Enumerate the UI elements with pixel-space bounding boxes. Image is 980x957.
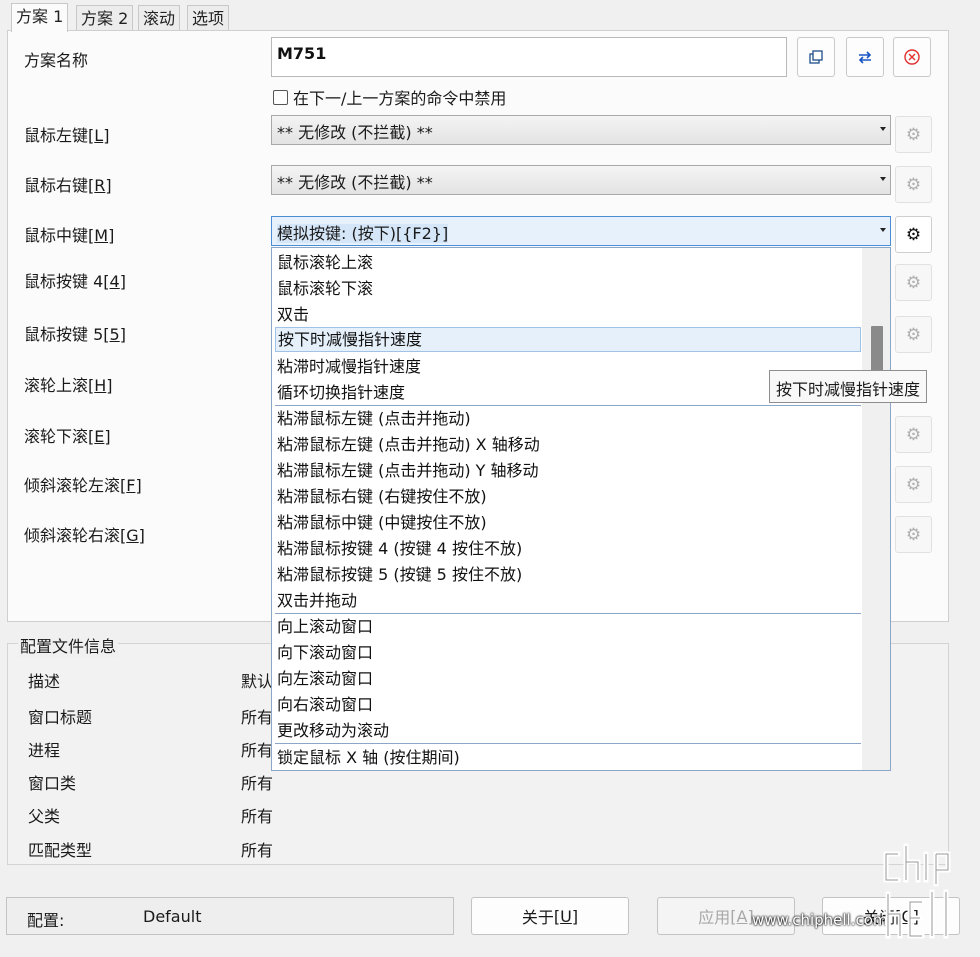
list-item[interactable]: 粘滞鼠标左键 (点击并拖动) Y 轴移动 [275,458,861,483]
about-button-label: 关于 [521,908,554,927]
middle-button-select[interactable]: 模拟按键: (按下)[{F2}] [271,216,891,246]
info-key-window-title: 窗口标题 [28,708,93,727]
list-item[interactable]: 粘滞鼠标右键 (右键按住不放) [275,484,861,509]
button4-settings[interactable]: ⚙ [895,264,932,301]
tilt-left-label: 倾斜滚轮左滚[F] [24,476,142,495]
gear-icon: ⚙ [905,224,922,245]
tab-options[interactable]: 选项 [187,5,230,31]
list-item[interactable]: 向上滚动窗口 [275,614,861,639]
info-value-process: 所有 [241,741,274,760]
gear-icon: ⚙ [905,474,922,495]
button4-label: 鼠标按键 4[4] [24,272,126,291]
list-item-highlighted[interactable]: 按下时减慢指针速度 [275,327,861,352]
list-item[interactable]: 双击 [275,302,861,327]
left-button-settings[interactable]: ⚙ [895,116,932,153]
list-item[interactable]: 向右滚动窗口 [275,692,861,717]
swap-button[interactable] [846,37,884,77]
tab-scheme-2[interactable]: 方案 2 [76,5,134,31]
info-key-parent-class: 父类 [28,807,61,826]
info-key-description: 描述 [28,672,61,691]
wheel-down-settings[interactable]: ⚙ [895,416,932,453]
list-item[interactable]: 向下滚动窗口 [275,640,861,665]
gear-icon: ⚙ [905,174,922,195]
info-value-match-type: 所有 [241,841,274,860]
wheel-up-label: 滚轮上滚[H] [24,376,113,395]
checkbox-box[interactable] [273,89,288,105]
chevron-down-icon [880,127,886,131]
tab-scheme-1[interactable]: 方案 1 [11,3,69,32]
swap-arrows-icon [858,51,872,64]
button5-settings[interactable]: ⚙ [895,316,932,353]
list-item[interactable]: 鼠标滚轮上滚 [275,250,861,275]
list-item[interactable]: 粘滞鼠标左键 (点击并拖动) [275,406,861,431]
right-button-settings[interactable]: ⚙ [895,166,932,203]
right-button-select-value: ** 无修改 (不拦截) ** [277,173,433,192]
chevron-down-icon [880,228,886,232]
about-button[interactable]: 关于[U] [471,897,629,935]
list-separator [275,743,861,744]
list-item[interactable]: 粘滞鼠标中键 (中键按住不放) [275,510,861,535]
tilt-right-settings[interactable]: ⚙ [895,516,932,553]
list-item[interactable]: 向左滚动窗口 [275,666,861,691]
left-button-label: 鼠标左键[L] [24,126,110,145]
disable-in-next-prev-checkbox[interactable]: 在下一/上一方案的命令中禁用 [273,86,506,108]
info-value-description: 默认 [241,672,274,691]
action-dropdown-list[interactable]: 鼠标滚轮上滚 鼠标滚轮下滚 双击 按下时减慢指针速度 粘滞时减慢指针速度 循环切… [271,247,891,771]
right-button-select[interactable]: ** 无修改 (不拦截) ** [271,165,891,195]
scheme-name-label: 方案名称 [24,51,89,70]
gear-icon: ⚙ [905,272,922,293]
list-item[interactable]: 双击并拖动 [275,588,861,613]
left-button-select-value: ** 无修改 (不拦截) ** [277,123,433,142]
info-key-match-type: 匹配类型 [28,841,93,860]
gear-icon: ⚙ [905,324,922,345]
copy-icon [809,50,823,64]
list-item[interactable]: 粘滞鼠标左键 (点击并拖动) X 轴移动 [275,432,861,457]
list-item[interactable]: 粘滞鼠标按键 5 (按键 5 按住不放) [275,562,861,587]
info-key-window-class: 窗口类 [28,774,77,793]
copy-button[interactable] [797,37,835,77]
apply-button-key: A [736,906,748,926]
chiphell-logo-icon [883,843,951,939]
scheme-name-input[interactable]: M751 [271,37,787,77]
info-key-process: 进程 [28,741,61,760]
checkbox-label: 在下一/上一方案的命令中禁用 [293,89,507,108]
list-item[interactable]: 粘滞鼠标按键 4 (按键 4 按住不放) [275,536,861,561]
info-value-window-title: 所有 [241,708,274,727]
left-button-select[interactable]: ** 无修改 (不拦截) ** [271,115,891,145]
middle-button-settings[interactable]: ⚙ [895,216,932,253]
close-circle-icon [904,49,920,65]
apply-button-label: 应用 [698,908,731,927]
delete-button[interactable] [893,37,931,77]
chevron-down-icon [880,177,886,181]
button5-label: 鼠标按键 5[5] [24,325,126,344]
status-label: 配置: [27,911,65,930]
info-value-parent-class: 所有 [241,807,274,826]
gear-icon: ⚙ [905,424,922,445]
status-value: Default [143,907,202,926]
dropdown-scrollbar[interactable] [862,248,890,770]
gear-icon: ⚙ [905,524,922,545]
scrollbar-thumb[interactable] [871,326,883,372]
info-value-window-class: 所有 [241,774,274,793]
middle-button-label: 鼠标中键[M] [24,226,115,245]
list-item[interactable]: 更改移动为滚动 [275,718,861,743]
tilt-right-label: 倾斜滚轮右滚[G] [24,526,145,545]
right-button-label: 鼠标右键[R] [24,176,112,195]
middle-button-select-value: 模拟按键: (按下)[{F2}] [277,224,449,243]
about-button-key: U [560,906,572,926]
wheel-down-label: 滚轮下滚[E] [24,427,111,446]
gear-icon: ⚙ [905,124,922,145]
tilt-left-settings[interactable]: ⚙ [895,466,932,503]
list-item[interactable]: 锁定鼠标 X 轴 (按住期间) [275,745,861,770]
status-bar: 配置: Default [6,897,454,935]
tab-scroll[interactable]: 滚动 [138,5,181,31]
tooltip: 按下时减慢指针速度 [769,370,928,403]
watermark-url: www.chiphell.com [752,911,888,929]
profile-info-title: 配置文件信息 [18,633,119,657]
list-item[interactable]: 鼠标滚轮下滚 [275,276,861,301]
